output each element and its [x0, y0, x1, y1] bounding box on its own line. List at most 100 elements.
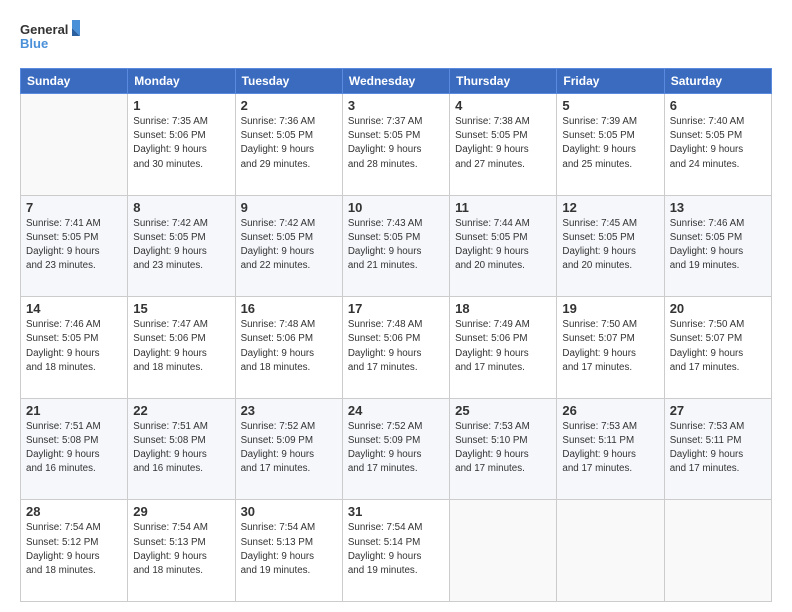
calendar-cell: 9Sunrise: 7:42 AM Sunset: 5:05 PM Daylig…	[235, 195, 342, 297]
day-info: Sunrise: 7:39 AM Sunset: 5:05 PM Dayligh…	[562, 115, 658, 172]
day-info: Sunrise: 7:52 AM Sunset: 5:09 PM Dayligh…	[241, 420, 337, 477]
calendar-cell: 6 Sunrise: 7:40 AM Sunset: 5:05 PM Daylig…	[664, 94, 771, 196]
day-number: 25	[455, 403, 551, 418]
calendar-cell: 4 Sunrise: 7:38 AM Sunset: 5:05 PM Daylig…	[450, 94, 557, 196]
calendar-cell	[664, 500, 771, 602]
calendar-cell: 7 Sunrise: 7:41 AM Sunset: 5:05 PM Daylig…	[21, 195, 128, 297]
day-info: Sunrise: 7:45 AM Sunset: 5:05 PM Dayligh…	[562, 217, 658, 274]
calendar-cell	[450, 500, 557, 602]
calendar-cell: 14 Sunrise: 7:46 AM Sunset: 5:05 PM Dayli…	[21, 297, 128, 399]
calendar-cell: 18 Sunrise: 7:49 AM Sunset: 5:06 PM Dayli…	[450, 297, 557, 399]
weekday-header-wednesday: Wednesday	[342, 69, 449, 94]
weekday-header-monday: Monday	[128, 69, 235, 94]
day-number: 5	[562, 98, 658, 113]
day-info: Sunrise: 7:53 AM Sunset: 5:11 PM Dayligh…	[562, 420, 658, 477]
day-number: 14	[26, 301, 122, 316]
weekday-header-tuesday: Tuesday	[235, 69, 342, 94]
calendar-cell: 13 Sunrise: 7:46 AM Sunset: 5:05 PM Dayli…	[664, 195, 771, 297]
calendar-cell: 26 Sunrise: 7:53 AM Sunset: 5:11 PM Dayli…	[557, 398, 664, 500]
day-info: Sunrise: 7:53 AM Sunset: 5:11 PM Dayligh…	[670, 420, 766, 477]
day-number: 13	[670, 200, 766, 215]
calendar-cell: 8 Sunrise: 7:42 AM Sunset: 5:05 PM Daylig…	[128, 195, 235, 297]
day-number: 26	[562, 403, 658, 418]
calendar-cell: 22 Sunrise: 7:51 AM Sunset: 5:08 PM Dayli…	[128, 398, 235, 500]
day-info: Sunrise: 7:50 AM Sunset: 5:07 PM Dayligh…	[562, 318, 658, 375]
day-number: 22	[133, 403, 229, 418]
calendar-cell: 3 Sunrise: 7:37 AM Sunset: 5:05 PM Daylig…	[342, 94, 449, 196]
day-number: 20	[670, 301, 766, 316]
weekday-header-saturday: Saturday	[664, 69, 771, 94]
day-info: Sunrise: 7:54 AM Sunset: 5:13 PM Dayligh…	[241, 521, 337, 578]
day-info: Sunrise: 7:38 AM Sunset: 5:05 PM Dayligh…	[455, 115, 551, 172]
weekday-header-row: SundayMondayTuesdayWednesdayThursdayFrid…	[21, 69, 772, 94]
day-number: 18	[455, 301, 551, 316]
calendar-cell: 15 Sunrise: 7:47 AM Sunset: 5:06 PM Dayli…	[128, 297, 235, 399]
calendar-cell: 28 Sunrise: 7:54 AM Sunset: 5:12 PM Dayli…	[21, 500, 128, 602]
calendar-cell: 11Sunrise: 7:44 AM Sunset: 5:05 PM Dayli…	[450, 195, 557, 297]
calendar-cell: 19 Sunrise: 7:50 AM Sunset: 5:07 PM Dayli…	[557, 297, 664, 399]
day-number: 27	[670, 403, 766, 418]
day-info: Sunrise: 7:40 AM Sunset: 5:05 PM Dayligh…	[670, 115, 766, 172]
day-number: 12	[562, 200, 658, 215]
day-info: Sunrise: 7:54 AM Sunset: 5:13 PM Dayligh…	[133, 521, 229, 578]
day-number: 2	[241, 98, 337, 113]
day-info: Sunrise: 7:49 AM Sunset: 5:06 PM Dayligh…	[455, 318, 551, 375]
day-info: Sunrise: 7:35 AM Sunset: 5:06 PM Dayligh…	[133, 115, 229, 172]
calendar-cell	[557, 500, 664, 602]
calendar-cell: 21Sunrise: 7:51 AM Sunset: 5:08 PM Dayli…	[21, 398, 128, 500]
day-info: Sunrise: 7:37 AM Sunset: 5:05 PM Dayligh…	[348, 115, 444, 172]
day-number: 10	[348, 200, 444, 215]
day-number: 7	[26, 200, 122, 215]
day-info: Sunrise: 7:46 AM Sunset: 5:05 PM Dayligh…	[670, 217, 766, 274]
day-number: 28	[26, 504, 122, 519]
day-info: Sunrise: 7:51 AM Sunset: 5:08 PM Dayligh…	[133, 420, 229, 477]
week-row-2: 7 Sunrise: 7:41 AM Sunset: 5:05 PM Daylig…	[21, 195, 772, 297]
calendar-table: SundayMondayTuesdayWednesdayThursdayFrid…	[20, 68, 772, 602]
day-number: 3	[348, 98, 444, 113]
day-number: 9	[241, 200, 337, 215]
calendar-cell: 5 Sunrise: 7:39 AM Sunset: 5:05 PM Daylig…	[557, 94, 664, 196]
day-number: 29	[133, 504, 229, 519]
svg-text:General: General	[20, 22, 68, 37]
week-row-4: 21Sunrise: 7:51 AM Sunset: 5:08 PM Dayli…	[21, 398, 772, 500]
page: General Blue SundayMondayTuesdayWednesda…	[0, 0, 792, 612]
day-number: 6	[670, 98, 766, 113]
day-number: 24	[348, 403, 444, 418]
day-number: 1	[133, 98, 229, 113]
day-number: 30	[241, 504, 337, 519]
day-number: 31	[348, 504, 444, 519]
calendar-cell: 29 Sunrise: 7:54 AM Sunset: 5:13 PM Dayli…	[128, 500, 235, 602]
day-info: Sunrise: 7:41 AM Sunset: 5:05 PM Dayligh…	[26, 217, 122, 274]
calendar-cell: 16Sunrise: 7:48 AM Sunset: 5:06 PM Dayli…	[235, 297, 342, 399]
weekday-header-sunday: Sunday	[21, 69, 128, 94]
week-row-5: 28 Sunrise: 7:54 AM Sunset: 5:12 PM Dayli…	[21, 500, 772, 602]
day-number: 8	[133, 200, 229, 215]
week-row-3: 14 Sunrise: 7:46 AM Sunset: 5:05 PM Dayli…	[21, 297, 772, 399]
day-info: Sunrise: 7:52 AM Sunset: 5:09 PM Dayligh…	[348, 420, 444, 477]
day-number: 17	[348, 301, 444, 316]
calendar-cell: 24 Sunrise: 7:52 AM Sunset: 5:09 PM Dayli…	[342, 398, 449, 500]
weekday-header-thursday: Thursday	[450, 69, 557, 94]
day-number: 15	[133, 301, 229, 316]
day-number: 4	[455, 98, 551, 113]
day-info: Sunrise: 7:47 AM Sunset: 5:06 PM Dayligh…	[133, 318, 229, 375]
svg-text:Blue: Blue	[20, 36, 48, 51]
day-number: 23	[241, 403, 337, 418]
calendar-cell: 10 Sunrise: 7:43 AM Sunset: 5:05 PM Dayli…	[342, 195, 449, 297]
day-number: 11	[455, 200, 551, 215]
calendar-cell: 30 Sunrise: 7:54 AM Sunset: 5:13 PM Dayli…	[235, 500, 342, 602]
calendar-cell: 27 Sunrise: 7:53 AM Sunset: 5:11 PM Dayli…	[664, 398, 771, 500]
day-info: Sunrise: 7:46 AM Sunset: 5:05 PM Dayligh…	[26, 318, 122, 375]
day-info: Sunrise: 7:53 AM Sunset: 5:10 PM Dayligh…	[455, 420, 551, 477]
logo-svg: General Blue	[20, 18, 80, 58]
day-number: 19	[562, 301, 658, 316]
calendar-cell: 2Sunrise: 7:36 AM Sunset: 5:05 PM Daylig…	[235, 94, 342, 196]
day-info: Sunrise: 7:43 AM Sunset: 5:05 PM Dayligh…	[348, 217, 444, 274]
day-info: Sunrise: 7:42 AM Sunset: 5:05 PM Dayligh…	[133, 217, 229, 274]
day-info: Sunrise: 7:54 AM Sunset: 5:12 PM Dayligh…	[26, 521, 122, 578]
calendar-cell	[21, 94, 128, 196]
header: General Blue	[20, 18, 772, 58]
calendar-cell: 1 Sunrise: 7:35 AM Sunset: 5:06 PM Daylig…	[128, 94, 235, 196]
calendar-cell: 17Sunrise: 7:48 AM Sunset: 5:06 PM Dayli…	[342, 297, 449, 399]
calendar-cell: 20Sunrise: 7:50 AM Sunset: 5:07 PM Dayli…	[664, 297, 771, 399]
